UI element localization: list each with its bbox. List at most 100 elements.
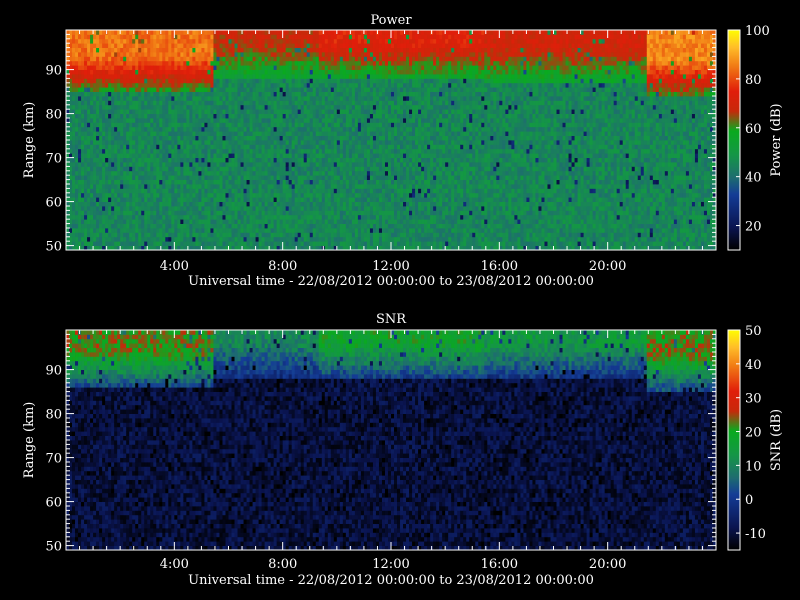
heatmap-cell xyxy=(144,140,147,145)
heatmap-cell xyxy=(72,127,75,132)
heatmap-cell xyxy=(153,224,156,229)
heatmap-cell xyxy=(129,122,132,127)
heatmap-cell xyxy=(159,219,162,224)
heatmap-cell xyxy=(129,180,132,185)
heatmap-cell xyxy=(105,127,108,132)
heatmap-cell xyxy=(159,87,162,92)
heatmap-cell xyxy=(114,74,117,79)
heatmap-cell xyxy=(162,65,165,70)
heatmap-cell xyxy=(129,83,132,88)
heatmap-cell xyxy=(156,48,159,53)
heatmap-cell xyxy=(90,39,93,44)
heatmap-cell xyxy=(171,193,174,198)
heatmap-cell xyxy=(111,180,114,185)
heatmap-cell xyxy=(129,48,132,53)
heatmap-cell xyxy=(87,237,90,242)
heatmap-cell xyxy=(96,180,99,185)
heatmap-cell xyxy=(174,109,177,114)
heatmap-cell xyxy=(126,184,129,189)
heatmap-cell xyxy=(87,224,90,229)
heatmap-cell xyxy=(120,122,123,127)
heatmap-cell xyxy=(147,48,150,53)
heatmap-cell xyxy=(168,105,171,110)
heatmap-cell xyxy=(159,34,162,39)
heatmap-cell xyxy=(150,56,153,61)
heatmap-cell xyxy=(75,206,78,211)
heatmap-cell xyxy=(114,140,117,145)
heatmap-cell xyxy=(123,166,126,171)
heatmap-cell xyxy=(90,206,93,211)
heatmap-cell xyxy=(99,136,102,141)
heatmap-cell xyxy=(132,162,135,167)
heatmap-cell xyxy=(165,70,168,75)
heatmap-cell xyxy=(129,158,132,163)
heatmap-cell xyxy=(174,153,177,158)
heatmap-cell xyxy=(129,175,132,180)
heatmap-cell xyxy=(75,43,78,48)
heatmap-cell xyxy=(90,65,93,70)
heatmap-cell xyxy=(87,96,90,101)
heatmap-cell xyxy=(102,131,105,136)
heatmap-cell xyxy=(147,131,150,136)
heatmap-cell xyxy=(147,206,150,211)
heatmap-cell xyxy=(123,140,126,145)
heatmap-cell xyxy=(87,175,90,180)
heatmap-cell xyxy=(177,224,180,229)
heatmap-cell xyxy=(171,158,174,163)
heatmap-cell xyxy=(159,206,162,211)
heatmap-cell xyxy=(153,87,156,92)
heatmap-cell xyxy=(75,105,78,110)
heatmap-cell xyxy=(117,140,120,145)
heatmap-cell xyxy=(156,100,159,105)
heatmap-cell xyxy=(174,52,177,57)
heatmap-cell xyxy=(156,228,159,233)
heatmap-cell xyxy=(174,166,177,171)
heatmap-cell xyxy=(153,219,156,224)
heatmap-cell xyxy=(72,202,75,207)
heatmap-cell xyxy=(108,153,111,158)
heatmap-cell xyxy=(114,153,117,158)
heatmap-cell xyxy=(150,171,153,176)
heatmap-cell xyxy=(132,237,135,242)
heatmap-cell xyxy=(120,188,123,193)
heatmap-cell xyxy=(144,136,147,141)
heatmap-cell xyxy=(108,65,111,70)
heatmap-cell xyxy=(111,96,114,101)
heatmap-cell xyxy=(120,149,123,154)
heatmap-cell xyxy=(126,100,129,105)
heatmap-cell xyxy=(171,219,174,224)
heatmap-cell xyxy=(96,43,99,48)
heatmap-cell xyxy=(87,105,90,110)
heatmap-cell xyxy=(159,74,162,79)
heatmap-cell xyxy=(75,228,78,233)
heatmap-cell xyxy=(126,224,129,229)
heatmap-cell xyxy=(141,109,144,114)
heatmap-cell xyxy=(81,153,84,158)
heatmap-cell xyxy=(90,61,93,66)
heatmap-cell xyxy=(135,224,138,229)
heatmap-cell xyxy=(171,228,174,233)
heatmap-cell xyxy=(114,162,117,167)
heatmap-cell xyxy=(87,149,90,154)
heatmap-cell xyxy=(90,52,93,57)
heatmap-cell xyxy=(174,180,177,185)
heatmap-cell xyxy=(141,83,144,88)
heatmap-cell xyxy=(99,56,102,61)
heatmap-cell xyxy=(108,184,111,189)
heatmap-cell xyxy=(114,30,117,35)
heatmap-cell xyxy=(117,193,120,198)
heatmap-cell xyxy=(108,48,111,53)
heatmap-cell xyxy=(114,241,117,246)
heatmap-cell xyxy=(138,184,141,189)
heatmap-cell xyxy=(168,197,171,202)
heatmap-cell xyxy=(168,228,171,233)
heatmap-cell xyxy=(162,158,165,163)
heatmap-cell xyxy=(78,171,81,176)
heatmap-cell xyxy=(81,39,84,44)
heatmap-cell xyxy=(126,56,129,61)
heatmap-cell xyxy=(96,228,99,233)
heatmap-cell xyxy=(159,232,162,237)
heatmap-cell xyxy=(84,70,87,75)
heatmap-cell xyxy=(129,188,132,193)
heatmap-cell xyxy=(168,188,171,193)
